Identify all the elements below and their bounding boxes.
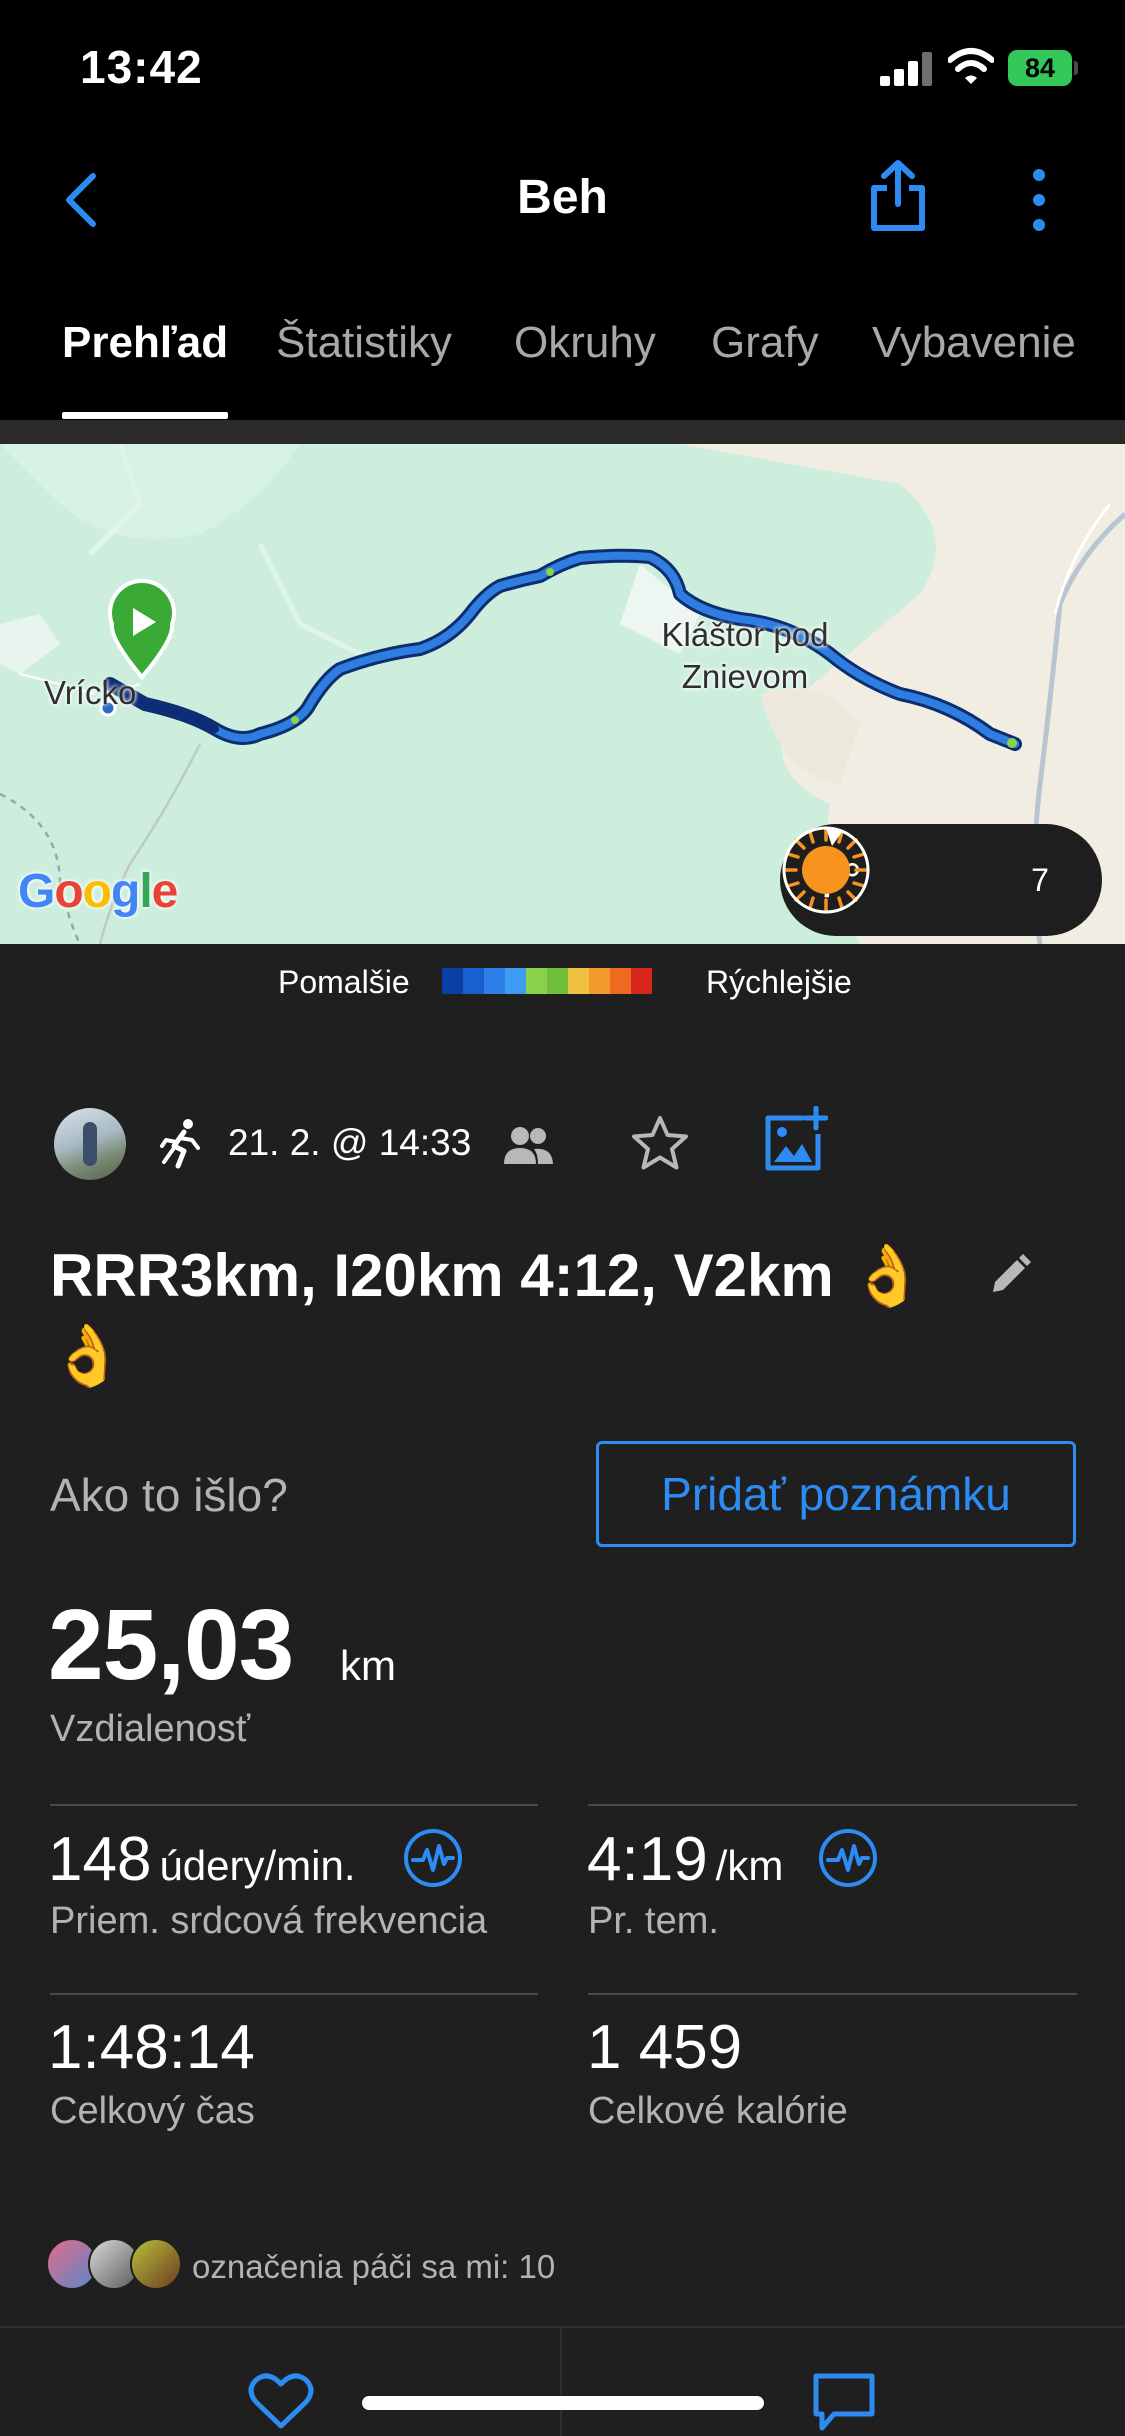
heart-rate-label: Priem. srdcová frekvencia (50, 1900, 488, 1942)
heart-rate-value: 148 (48, 1825, 152, 1894)
google-logo: Google (18, 865, 178, 918)
pace-color-swatch (505, 968, 526, 994)
divider (560, 2328, 562, 2436)
divider (50, 1993, 538, 1995)
nav-bar: Beh (0, 140, 1125, 260)
tab-laps[interactable]: Okruhy (514, 318, 656, 368)
total-time-label: Celkový čas (50, 2090, 255, 2132)
pace-stat: 4:19/km (587, 1824, 783, 1895)
avatar[interactable] (54, 1108, 126, 1180)
legend-slower-label: Pomalšie (278, 964, 410, 1000)
pace-color-swatch (442, 968, 463, 994)
likes-count: označenia páči sa mi: 10 (192, 2248, 556, 2285)
heart-rate-unit: údery/min. (159, 1842, 356, 1889)
pace-legend: Pomalšie Rýchlejšie (0, 944, 1125, 1024)
map-label-place-line1: Kláštor pod (661, 616, 829, 653)
add-note-button[interactable]: Pridať poznámku (596, 1441, 1076, 1547)
legend-faster-label: Rýchlejšie (706, 964, 852, 1000)
wind-direction-icon (782, 826, 870, 914)
avatar (130, 2238, 182, 2290)
tab-bar: Prehľad Štatistiky Okruhy Grafy Vybaveni… (0, 300, 1125, 420)
route-map[interactable]: Vrícko Kláštor pod Znievom Google 7° (0, 444, 1125, 944)
pace-color-swatch (589, 968, 610, 994)
activity-title-row: RRR3km, I20km 4:12, V2km 👌👌 (50, 1236, 950, 1396)
activity-meta-row: 21. 2. @ 14:33 (0, 1100, 1125, 1190)
pace-color-swatch (610, 968, 631, 994)
pace-value: 4:19 (587, 1825, 708, 1894)
tab-overview[interactable]: Prehľad (62, 318, 228, 368)
likes-row[interactable]: označenia páči sa mi: 10 (46, 2238, 746, 2298)
divider (50, 1804, 538, 1806)
tab-charts[interactable]: Grafy (711, 318, 819, 368)
activity-date: 21. 2. @ 14:33 (228, 1122, 472, 1163)
battery-level: 84 (1008, 50, 1072, 86)
pace-label: Pr. tem. (588, 1900, 719, 1942)
pace-color-swatch (463, 968, 484, 994)
calories-label: Celkové kalórie (588, 2090, 848, 2132)
pencil-icon[interactable] (985, 1252, 1033, 1300)
pace-color-swatch (484, 968, 505, 994)
separator (0, 420, 1125, 444)
wind-speed: 7 (1031, 862, 1049, 898)
total-time-value: 1:48:14 (48, 2013, 255, 2082)
pace-color-swatch (568, 968, 589, 994)
bottom-action-bar (0, 2326, 1125, 2436)
more-vertical-icon[interactable] (1028, 165, 1050, 235)
heart-rate-info-icon[interactable] (403, 1828, 463, 1888)
start-marker-icon (108, 578, 176, 681)
heart-icon[interactable] (248, 2372, 314, 2430)
map-label-place: Kláštor pod Znievom (650, 614, 840, 698)
status-time: 13:42 (80, 41, 203, 93)
divider (588, 1993, 1077, 1995)
pace-unit: /km (715, 1842, 784, 1889)
distance-value: 25,03 (48, 1589, 294, 1701)
pace-color-swatch (526, 968, 547, 994)
cellular-signal-icon (880, 52, 932, 86)
battery-icon: 84 (1008, 50, 1078, 86)
divider (588, 1804, 1077, 1806)
pace-color-scale (442, 968, 652, 994)
map-label-start: Vrícko (44, 674, 137, 711)
comment-icon[interactable] (812, 2372, 876, 2432)
status-bar: 13:42 84 (0, 0, 1125, 135)
calories-value: 1 459 (587, 2013, 743, 2082)
distance-label: Vzdialenosť (50, 1708, 251, 1750)
heart-rate-stat: 148 údery/min. (48, 1824, 356, 1895)
people-icon[interactable] (498, 1120, 558, 1170)
feel-question: Ako to išlo? (50, 1469, 288, 1521)
pace-info-icon[interactable] (818, 1828, 878, 1888)
weather-badge[interactable]: 7° 7 (780, 824, 1102, 936)
tab-statistics[interactable]: Štatistiky (276, 318, 452, 368)
top-chrome: 13:42 84 Beh Prehľad Štatistiky Okruhy G… (0, 0, 1125, 420)
wifi-icon (948, 48, 994, 84)
star-icon[interactable] (628, 1112, 692, 1176)
pace-color-swatch (547, 968, 568, 994)
pace-color-swatch (631, 968, 652, 994)
share-icon[interactable] (868, 160, 928, 232)
home-indicator (362, 2396, 764, 2410)
active-tab-indicator (62, 412, 228, 419)
add-photo-icon[interactable] (760, 1106, 828, 1174)
distance-unit: km (340, 1642, 396, 1689)
tab-gear[interactable]: Vybavenie (872, 318, 1076, 368)
page-title: Beh (517, 171, 608, 224)
activity-title: RRR3km, I20km 4:12, V2km 👌👌 (50, 1242, 926, 1389)
running-icon (160, 1119, 200, 1169)
map-label-place-line2: Znievom (681, 658, 809, 695)
